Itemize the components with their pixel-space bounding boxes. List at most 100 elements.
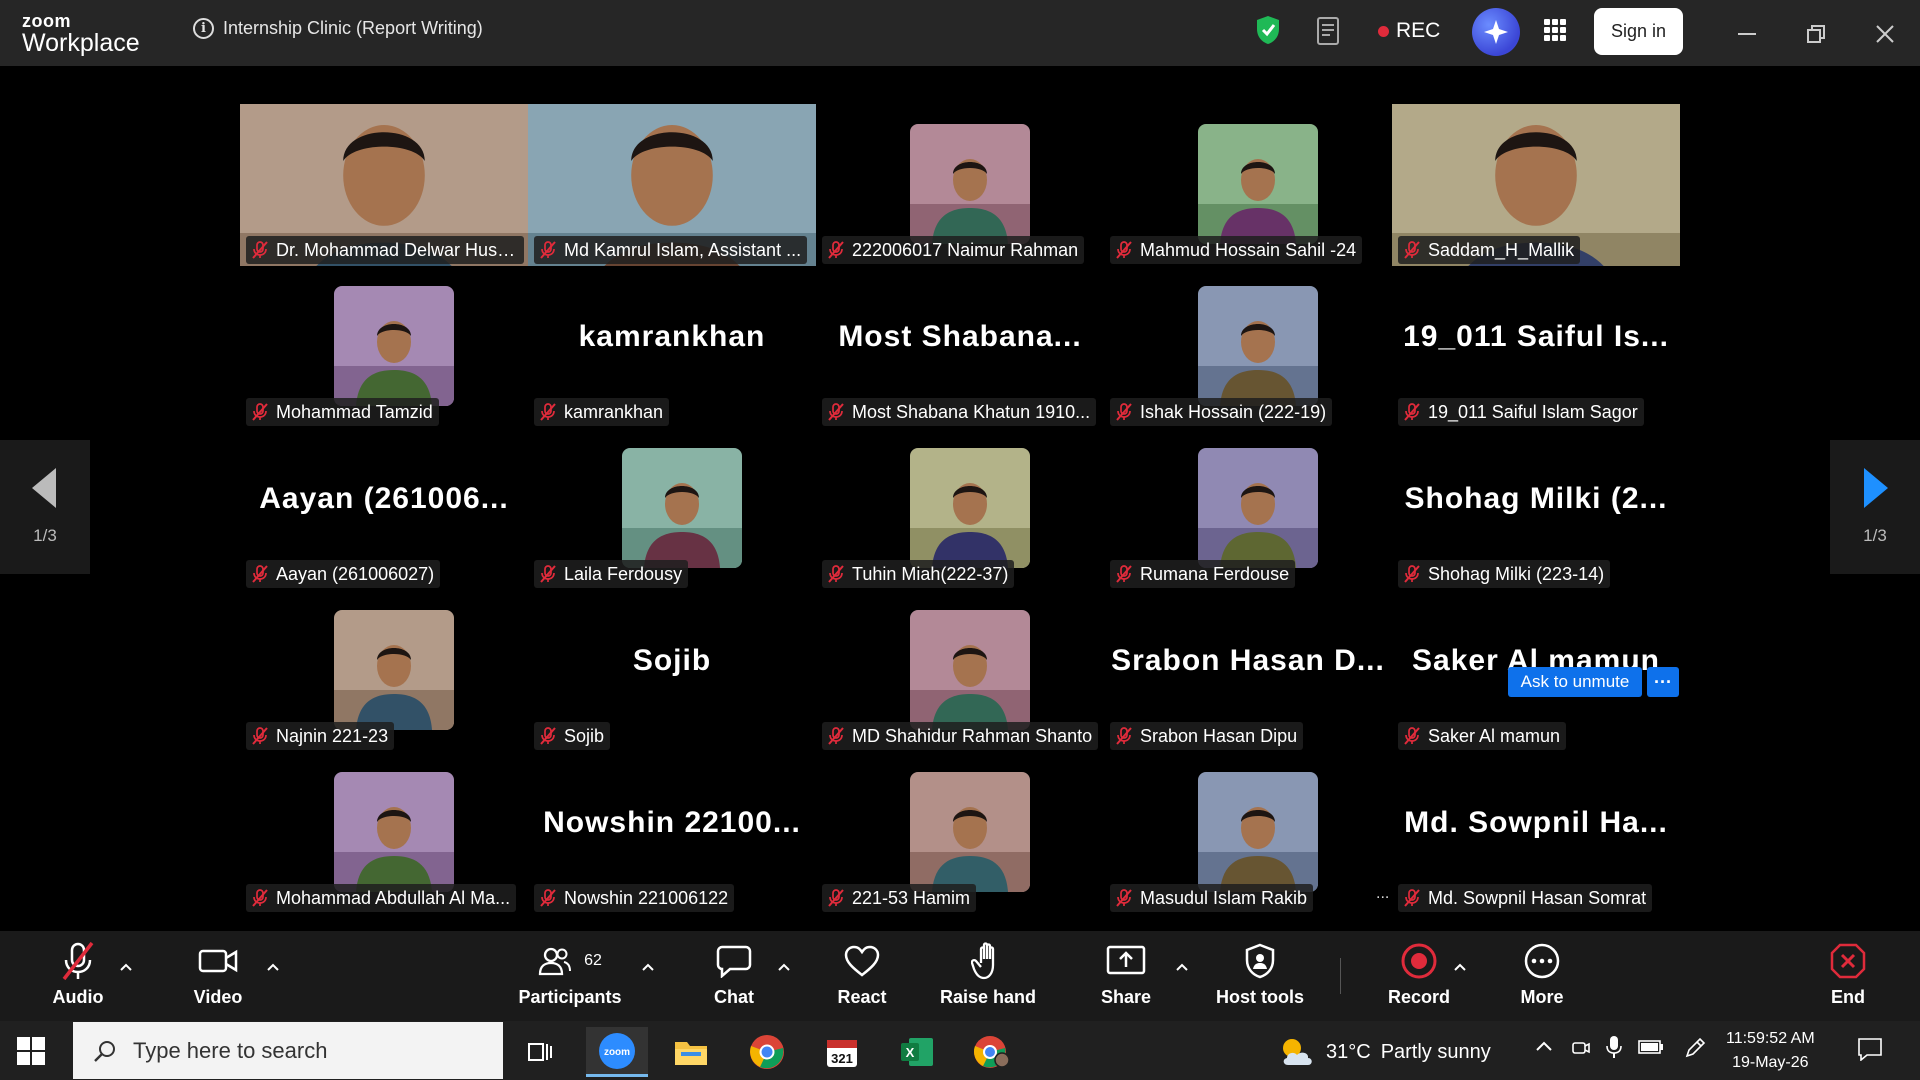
apps-grid-icon[interactable]	[1543, 18, 1567, 42]
minimize-icon[interactable]	[1727, 14, 1767, 54]
participant-tile[interactable]: Md. Sowpnil Ha... Md. Sowpnil Hasan Somra…	[1392, 752, 1680, 914]
participant-tile[interactable]: Md Kamrul Islam, Assistant ...	[528, 104, 816, 266]
mic-muted-icon	[1116, 889, 1132, 907]
participant-name-label: Masudul Islam Rakib	[1110, 884, 1314, 912]
video-options-chevron-up-icon[interactable]	[263, 959, 283, 975]
tile-more-options-button[interactable]: ···	[1647, 667, 1679, 697]
participant-name: Masudul Islam Rakib	[1140, 887, 1308, 908]
video-button[interactable]: Video	[186, 937, 250, 1021]
mic-muted-icon	[828, 565, 844, 583]
share-button[interactable]: Share	[1094, 937, 1158, 1021]
show-hidden-icons-chevron-up-icon[interactable]	[1535, 1039, 1553, 1057]
more-button[interactable]: More	[1510, 937, 1574, 1021]
audio-button[interactable]: Audio	[46, 937, 110, 1021]
clock-date: 19-May-26	[1732, 1054, 1809, 1071]
participant-video-thumbnail	[334, 286, 454, 406]
previous-page-button[interactable]: 1/3	[0, 440, 90, 574]
mic-muted-icon	[62, 941, 94, 981]
active-speaker-tile[interactable]: Dr. Mohammad Delwar Hussain	[240, 104, 528, 266]
participant-tile[interactable]: Najnin 221-23	[240, 590, 528, 752]
participant-tile[interactable]: 222006017 Naimur Rahman	[816, 104, 1104, 266]
sign-in-button[interactable]: Sign in	[1594, 8, 1683, 55]
participant-name: Mohammad Abdullah Al Ma...	[276, 887, 511, 908]
share-options-chevron-up-icon[interactable]	[1172, 959, 1192, 975]
meet-now-icon[interactable]	[1571, 1037, 1591, 1064]
end-meeting-button[interactable]: End	[1816, 937, 1880, 1021]
video-label: Video	[193, 987, 243, 1007]
svg-text:X: X	[906, 1045, 915, 1060]
participant-tile[interactable]: 19_011 Saiful Is... 19_011 Saiful Islam S…	[1392, 266, 1680, 428]
participant-name-label: Shohag Milki (223-14)	[1398, 560, 1611, 588]
chrome-profile-icon[interactable]	[961, 1027, 1023, 1077]
participant-tile[interactable]: Rumana Ferdouse	[1104, 428, 1392, 590]
raise-hand-button[interactable]: Raise hand	[936, 937, 1040, 1021]
participant-tile[interactable]: 221-53 Hamim	[816, 752, 1104, 914]
ai-companion-button[interactable]	[1472, 8, 1520, 56]
participant-video-thumbnail	[334, 610, 454, 730]
participant-tile[interactable]: Srabon Hasan D... Srabon Hasan Dipu	[1104, 590, 1392, 752]
participants-options-chevron-up-icon[interactable]	[638, 959, 658, 975]
participant-display-name: Aayan (261006...	[259, 482, 509, 515]
weather-widget[interactable]: 31°C Partly sunny	[1278, 1035, 1491, 1069]
close-icon[interactable]	[1865, 14, 1905, 54]
chat-button[interactable]: Chat	[702, 937, 766, 1021]
participant-name: MD Shahidur Rahman Shanto	[852, 725, 1093, 746]
mic-muted-icon	[540, 403, 556, 421]
participant-tile[interactable]: Sojib Sojib	[528, 590, 816, 752]
notifications-icon[interactable]	[1857, 1037, 1883, 1066]
participant-name: Md Kamrul Islam, Assistant ...	[564, 239, 802, 260]
participant-tile[interactable]: Aayan (261006... Aayan (261006027)	[240, 428, 528, 590]
taskbar-search-box[interactable]: Type here to search	[73, 1022, 503, 1079]
participant-name-label: Sojib	[534, 722, 611, 750]
end-label: End	[1831, 987, 1865, 1007]
participant-name-label: Saker Al mamun	[1398, 722, 1567, 750]
pen-icon[interactable]	[1684, 1037, 1706, 1064]
audio-options-chevron-up-icon[interactable]	[116, 959, 136, 975]
participant-tile[interactable]: Mohammad Abdullah Al Ma...	[240, 752, 528, 914]
gallery-view: 1/3 1/3 Dr. Mohammad Delwar Hussain Md Ka…	[0, 66, 1920, 931]
participant-tile[interactable]: Saddam_H_Mallik	[1392, 104, 1680, 266]
task-view-icon[interactable]	[509, 1027, 571, 1077]
participant-name: Ishak Hossain (222-19)	[1140, 401, 1327, 422]
participant-display-name: kamrankhan	[578, 320, 766, 353]
participant-display-name: Nowshin 22100...	[543, 806, 801, 839]
chat-options-chevron-up-icon[interactable]	[774, 959, 794, 975]
calendar-app-icon[interactable]: 321	[811, 1027, 873, 1077]
encryption-shield-icon[interactable]	[1254, 14, 1282, 46]
participant-video-thumbnail	[910, 772, 1030, 892]
zoom-taskbar-icon[interactable]: zoom	[586, 1027, 648, 1077]
microphone-tray-icon[interactable]	[1606, 1035, 1622, 1064]
react-button[interactable]: React	[830, 937, 894, 1021]
recording-indicator[interactable]: REC	[1378, 19, 1440, 43]
record-options-chevron-up-icon[interactable]	[1450, 959, 1470, 975]
excel-icon[interactable]: X	[886, 1027, 948, 1077]
meeting-info-button[interactable]: i Internship Clinic (Report Writing)	[193, 18, 483, 39]
participant-tile[interactable]: Laila Ferdousy	[528, 428, 816, 590]
restore-icon[interactable]	[1796, 14, 1836, 54]
participant-video-thumbnail	[910, 448, 1030, 568]
participant-name: kamrankhan	[564, 401, 664, 422]
participant-name: Rumana Ferdouse	[1140, 563, 1290, 584]
windows-start-icon[interactable]	[17, 1037, 45, 1065]
participant-tile[interactable]: Mohammad Tamzid	[240, 266, 528, 428]
ask-to-unmute-button[interactable]: Ask to unmute	[1508, 667, 1642, 697]
participant-tile[interactable]: MD Shahidur Rahman Shanto	[816, 590, 1104, 752]
host-tools-button[interactable]: Host tools	[1210, 937, 1310, 1021]
participant-tile[interactable]: kamrankhan kamrankhan	[528, 266, 816, 428]
participant-tile[interactable]: Nowshin 22100... Nowshin 221006122	[528, 752, 816, 914]
battery-icon[interactable]	[1638, 1039, 1664, 1060]
participant-tile[interactable]: Mahmud Hossain Sahil -24	[1104, 104, 1392, 266]
participant-tile[interactable]: Ishak Hossain (222-19)	[1104, 266, 1392, 428]
system-clock[interactable]: 11:59:52 AM 19-May-26	[1726, 1027, 1815, 1075]
tile-overflow-dots[interactable]: ...	[1376, 885, 1389, 903]
participant-tile[interactable]: Most Shabana... Most Shabana Khatun 1910.…	[816, 266, 1104, 428]
meeting-notes-icon[interactable]	[1316, 16, 1342, 46]
participant-tile[interactable]: Shohag Milki (2... Shohag Milki (223-14)	[1392, 428, 1680, 590]
record-button[interactable]: Record	[1386, 937, 1452, 1021]
participants-button[interactable]: 62 Participants	[516, 937, 624, 1021]
file-explorer-icon[interactable]	[660, 1027, 722, 1077]
participant-tile[interactable]: Masudul Islam Rakib	[1104, 752, 1392, 914]
chrome-icon[interactable]	[736, 1027, 798, 1077]
participant-tile[interactable]: Tuhin Miah(222-37)	[816, 428, 1104, 590]
next-page-button[interactable]: 1/3	[1830, 440, 1920, 574]
